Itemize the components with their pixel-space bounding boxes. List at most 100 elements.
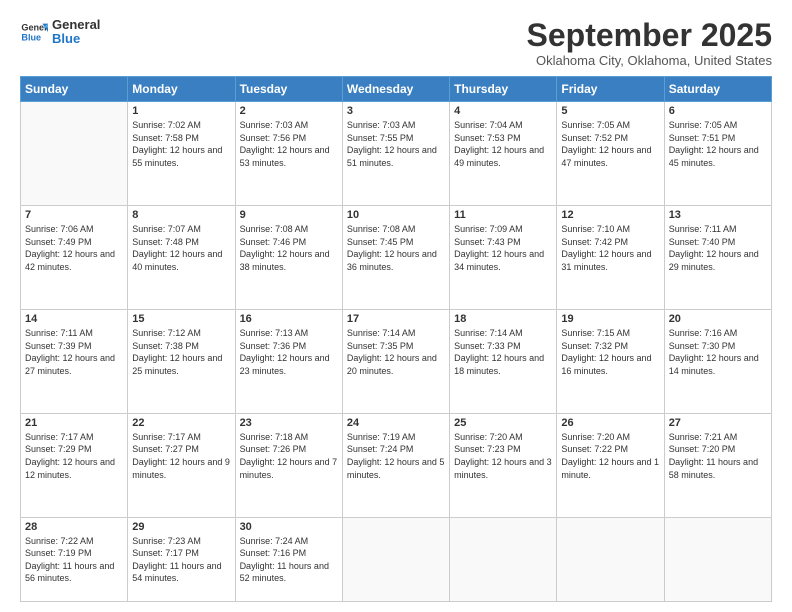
calendar-cell: 10Sunrise: 7:08 AMSunset: 7:45 PMDayligh… — [342, 206, 449, 310]
day-info: Sunrise: 7:13 AMSunset: 7:36 PMDaylight:… — [240, 327, 338, 377]
day-number: 11 — [454, 209, 552, 221]
calendar-cell: 27 Sunrise: 7:21 AMSunset: 7:20 PMDayligh… — [664, 413, 771, 517]
day-number: 15 — [132, 313, 230, 325]
logo-blue-text: Blue — [52, 32, 100, 46]
day-info: Sunrise: 7:20 AMSunset: 7:22 PMDaylight:… — [561, 431, 659, 481]
day-number: 23 — [240, 417, 338, 429]
page: General Blue General Blue September 2025… — [0, 0, 792, 612]
day-info: Sunrise: 7:20 AMSunset: 7:23 PMDaylight:… — [454, 431, 552, 481]
calendar-cell: 16 Sunrise: 7:13 AMSunset: 7:36 PMDayligh… — [235, 309, 342, 413]
day-number: 13 — [669, 209, 767, 221]
day-info: Sunrise: 7:05 AMSunset: 7:51 PMDaylight:… — [669, 119, 767, 169]
day-number: 20 — [669, 313, 767, 325]
calendar-cell: 1Sunrise: 7:02 AMSunset: 7:58 PMDaylight… — [128, 102, 235, 206]
col-header-wednesday: Wednesday — [342, 77, 449, 102]
logo: General Blue General Blue — [20, 18, 100, 47]
day-info: Sunrise: 7:08 AMSunset: 7:46 PMDaylight:… — [240, 223, 338, 273]
col-header-tuesday: Tuesday — [235, 77, 342, 102]
day-info: Sunrise: 7:14 AMSunset: 7:33 PMDaylight:… — [454, 327, 552, 377]
col-header-saturday: Saturday — [664, 77, 771, 102]
day-info: Sunrise: 7:02 AMSunset: 7:58 PMDaylight:… — [132, 119, 230, 169]
col-header-friday: Friday — [557, 77, 664, 102]
day-info: Sunrise: 7:03 AMSunset: 7:56 PMDaylight:… — [240, 119, 338, 169]
day-info: Sunrise: 7:10 AMSunset: 7:42 PMDaylight:… — [561, 223, 659, 273]
day-info: Sunrise: 7:03 AMSunset: 7:55 PMDaylight:… — [347, 119, 445, 169]
calendar-cell: 11 Sunrise: 7:09 AMSunset: 7:43 PMDayligh… — [450, 206, 557, 310]
calendar-cell: 18 Sunrise: 7:14 AMSunset: 7:33 PMDayligh… — [450, 309, 557, 413]
day-info: Sunrise: 7:23 AMSunset: 7:17 PMDaylight:… — [132, 535, 230, 585]
col-header-sunday: Sunday — [21, 77, 128, 102]
calendar-cell: 30 Sunrise: 7:24 AMSunset: 7:16 PMDayligh… — [235, 517, 342, 601]
calendar-cell: 4Sunrise: 7:04 AMSunset: 7:53 PMDaylight… — [450, 102, 557, 206]
calendar-header-row: SundayMondayTuesdayWednesdayThursdayFrid… — [21, 77, 772, 102]
day-number: 25 — [454, 417, 552, 429]
calendar-table: SundayMondayTuesdayWednesdayThursdayFrid… — [20, 76, 772, 602]
day-number: 18 — [454, 313, 552, 325]
calendar-cell: 14 Sunrise: 7:11 AMSunset: 7:39 PMDayligh… — [21, 309, 128, 413]
calendar-cell — [664, 517, 771, 601]
calendar-cell: 21Sunrise: 7:17 AMSunset: 7:29 PMDayligh… — [21, 413, 128, 517]
day-number: 3 — [347, 105, 445, 117]
calendar-cell: 7Sunrise: 7:06 AMSunset: 7:49 PMDaylight… — [21, 206, 128, 310]
day-number: 17 — [347, 313, 445, 325]
week-row-2: 7Sunrise: 7:06 AMSunset: 7:49 PMDaylight… — [21, 206, 772, 310]
day-number: 16 — [240, 313, 338, 325]
day-number: 30 — [240, 521, 338, 533]
day-info: Sunrise: 7:09 AMSunset: 7:43 PMDaylight:… — [454, 223, 552, 273]
col-header-thursday: Thursday — [450, 77, 557, 102]
day-number: 6 — [669, 105, 767, 117]
calendar-cell: 15Sunrise: 7:12 AMSunset: 7:38 PMDayligh… — [128, 309, 235, 413]
day-number: 28 — [25, 521, 123, 533]
calendar-cell: 25 Sunrise: 7:20 AMSunset: 7:23 PMDayligh… — [450, 413, 557, 517]
week-row-5: 28Sunrise: 7:22 AMSunset: 7:19 PMDayligh… — [21, 517, 772, 601]
week-row-3: 14 Sunrise: 7:11 AMSunset: 7:39 PMDayligh… — [21, 309, 772, 413]
day-info: Sunrise: 7:21 AMSunset: 7:20 PMDaylight:… — [669, 431, 767, 481]
calendar-cell: 19Sunrise: 7:15 AMSunset: 7:32 PMDayligh… — [557, 309, 664, 413]
day-number: 24 — [347, 417, 445, 429]
calendar-cell — [342, 517, 449, 601]
day-number: 12 — [561, 209, 659, 221]
day-info: Sunrise: 7:19 AMSunset: 7:24 PMDaylight:… — [347, 431, 445, 481]
week-row-1: 1Sunrise: 7:02 AMSunset: 7:58 PMDaylight… — [21, 102, 772, 206]
calendar-cell: 5 Sunrise: 7:05 AMSunset: 7:52 PMDaylight… — [557, 102, 664, 206]
calendar-cell: 6 Sunrise: 7:05 AMSunset: 7:51 PMDaylight… — [664, 102, 771, 206]
calendar-cell: 29 Sunrise: 7:23 AMSunset: 7:17 PMDayligh… — [128, 517, 235, 601]
title-section: September 2025 Oklahoma City, Oklahoma, … — [527, 18, 772, 68]
logo-icon: General Blue — [20, 18, 48, 46]
calendar-cell: 26Sunrise: 7:20 AMSunset: 7:22 PMDayligh… — [557, 413, 664, 517]
day-info: Sunrise: 7:24 AMSunset: 7:16 PMDaylight:… — [240, 535, 338, 585]
day-info: Sunrise: 7:14 AMSunset: 7:35 PMDaylight:… — [347, 327, 445, 377]
calendar-cell — [557, 517, 664, 601]
day-info: Sunrise: 7:06 AMSunset: 7:49 PMDaylight:… — [25, 223, 123, 273]
day-info: Sunrise: 7:05 AMSunset: 7:52 PMDaylight:… — [561, 119, 659, 169]
calendar-cell: 9 Sunrise: 7:08 AMSunset: 7:46 PMDaylight… — [235, 206, 342, 310]
logo-general-text: General — [52, 18, 100, 32]
day-number: 27 — [669, 417, 767, 429]
day-info: Sunrise: 7:16 AMSunset: 7:30 PMDaylight:… — [669, 327, 767, 377]
day-number: 9 — [240, 209, 338, 221]
calendar-cell: 2 Sunrise: 7:03 AMSunset: 7:56 PMDaylight… — [235, 102, 342, 206]
day-number: 2 — [240, 105, 338, 117]
calendar-cell: 3 Sunrise: 7:03 AMSunset: 7:55 PMDaylight… — [342, 102, 449, 206]
day-info: Sunrise: 7:11 AMSunset: 7:39 PMDaylight:… — [25, 327, 123, 377]
calendar-cell: 28Sunrise: 7:22 AMSunset: 7:19 PMDayligh… — [21, 517, 128, 601]
calendar-cell: 13 Sunrise: 7:11 AMSunset: 7:40 PMDayligh… — [664, 206, 771, 310]
calendar-cell: 24 Sunrise: 7:19 AMSunset: 7:24 PMDayligh… — [342, 413, 449, 517]
day-info: Sunrise: 7:18 AMSunset: 7:26 PMDaylight:… — [240, 431, 338, 481]
day-number: 22 — [132, 417, 230, 429]
calendar-cell: 12 Sunrise: 7:10 AMSunset: 7:42 PMDayligh… — [557, 206, 664, 310]
calendar-cell: 22Sunrise: 7:17 AMSunset: 7:27 PMDayligh… — [128, 413, 235, 517]
day-number: 14 — [25, 313, 123, 325]
day-number: 29 — [132, 521, 230, 533]
day-number: 10 — [347, 209, 445, 221]
calendar-cell: 23 Sunrise: 7:18 AMSunset: 7:26 PMDayligh… — [235, 413, 342, 517]
day-number: 8 — [132, 209, 230, 221]
day-info: Sunrise: 7:11 AMSunset: 7:40 PMDaylight:… — [669, 223, 767, 273]
month-title: September 2025 — [527, 18, 772, 53]
day-number: 5 — [561, 105, 659, 117]
day-number: 4 — [454, 105, 552, 117]
day-info: Sunrise: 7:15 AMSunset: 7:32 PMDaylight:… — [561, 327, 659, 377]
logo-text: General Blue — [52, 18, 100, 47]
day-info: Sunrise: 7:17 AMSunset: 7:29 PMDaylight:… — [25, 431, 123, 481]
calendar-cell — [450, 517, 557, 601]
